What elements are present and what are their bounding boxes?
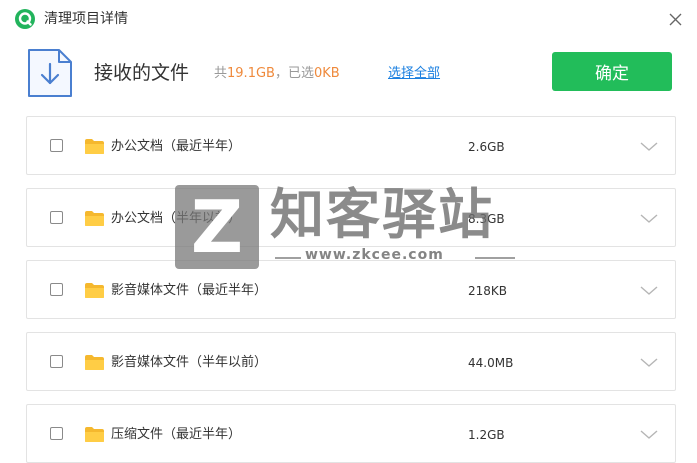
item-name: 影音媒体文件（最近半年） xyxy=(111,283,268,298)
header: 接收的文件 共19.1GB，已选0KB 选择全部 确定 xyxy=(0,40,697,110)
watermark-divider xyxy=(275,257,301,259)
item-name: 办公文档（最近半年） xyxy=(111,139,242,154)
summary-prefix: 共 xyxy=(214,66,228,81)
list-item[interactable]: 办公文档（最近半年） 2.6GB xyxy=(26,116,676,175)
item-size: 44.0MB xyxy=(468,356,514,370)
item-checkbox[interactable] xyxy=(50,283,63,296)
close-icon xyxy=(669,13,681,25)
select-all-link[interactable]: 选择全部 xyxy=(388,65,440,83)
item-checkbox[interactable] xyxy=(50,427,63,440)
item-name: 影音媒体文件（半年以前） xyxy=(111,355,268,370)
title-bar: 清理项目详情 xyxy=(0,0,697,38)
folder-icon xyxy=(85,139,104,154)
selected-size: 0KB xyxy=(313,66,340,81)
chevron-down-icon[interactable] xyxy=(639,427,659,441)
list-item[interactable]: 影音媒体文件（半年以前） 44.0MB xyxy=(26,332,676,391)
summary-mid: ，已选 xyxy=(274,66,314,81)
item-name: 压缩文件（最近半年） xyxy=(111,427,242,442)
item-name: 办公文档（半年以前） xyxy=(111,211,242,226)
size-summary: 共19.1GB，已选0KB xyxy=(214,65,340,83)
window-title: 清理项目详情 xyxy=(44,11,128,27)
chevron-down-icon[interactable] xyxy=(639,211,659,225)
item-size: 2.6GB xyxy=(468,140,505,154)
item-checkbox[interactable] xyxy=(50,211,63,224)
watermark-divider xyxy=(475,257,515,259)
list-item[interactable]: 办公文档（半年以前） 8.3GB xyxy=(26,188,676,247)
folder-icon xyxy=(85,211,104,226)
chevron-down-icon[interactable] xyxy=(639,283,659,297)
item-size: 1.2GB xyxy=(468,428,505,442)
item-checkbox[interactable] xyxy=(50,355,63,368)
chevron-down-icon[interactable] xyxy=(639,355,659,369)
close-button[interactable] xyxy=(663,7,687,31)
confirm-button[interactable]: 确定 xyxy=(552,52,672,91)
app-logo-icon xyxy=(15,9,35,29)
item-size: 218KB xyxy=(468,284,508,298)
list-item[interactable]: 压缩文件（最近半年） 1.2GB xyxy=(26,404,676,463)
folder-icon xyxy=(85,355,104,370)
folder-icon xyxy=(85,283,104,298)
list-item[interactable]: 影音媒体文件（最近半年） 218KB xyxy=(26,260,676,319)
total-size: 19.1GB xyxy=(227,66,275,81)
item-checkbox[interactable] xyxy=(50,139,63,152)
chevron-down-icon[interactable] xyxy=(639,139,659,153)
item-size: 8.3GB xyxy=(468,212,505,226)
folder-icon xyxy=(85,427,104,442)
download-file-icon xyxy=(28,49,72,97)
page-title: 接收的文件 xyxy=(94,62,190,84)
